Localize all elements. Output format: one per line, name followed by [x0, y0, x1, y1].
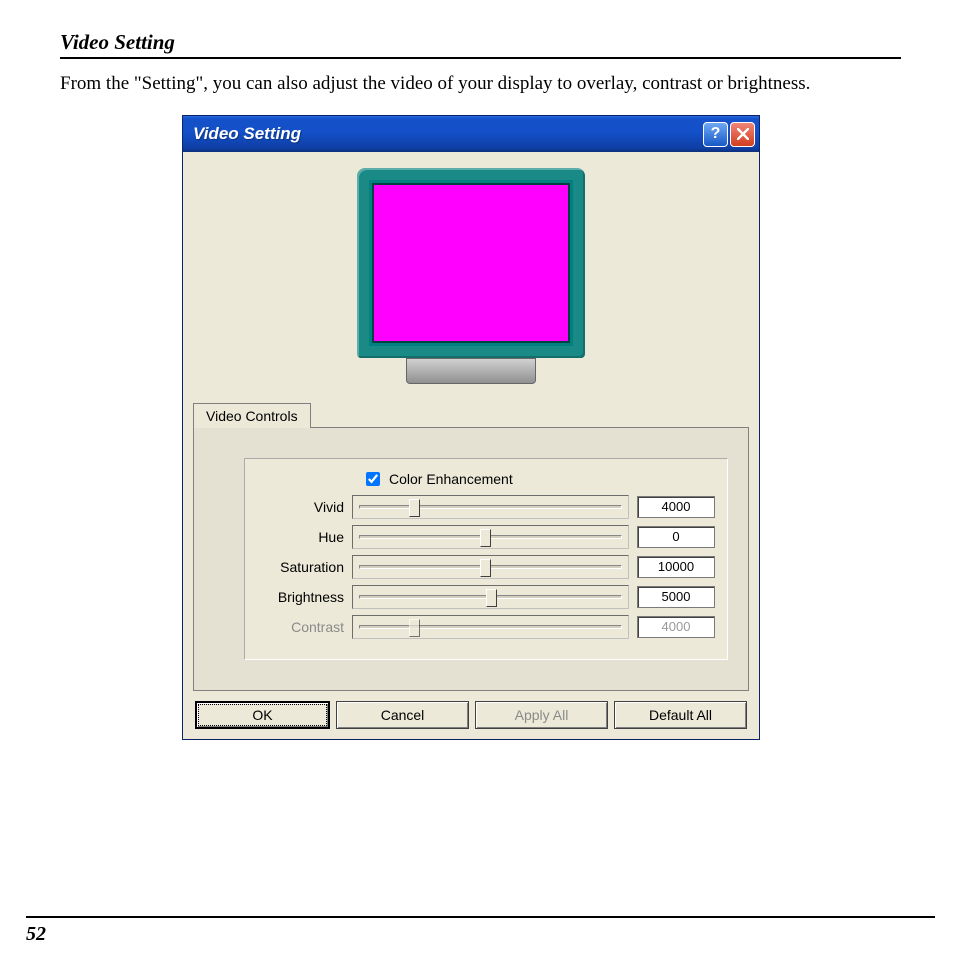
saturation-value: 10000 [637, 556, 715, 578]
cancel-button[interactable]: Cancel [336, 701, 469, 729]
controls-group: Color Enhancement Vivid 4000 Hue 0 Saturatio… [244, 458, 728, 660]
contrast-slider [352, 615, 629, 639]
slider-label: Contrast [257, 619, 352, 635]
slider-label: Hue [257, 529, 352, 545]
window-title: Video Setting [193, 124, 703, 144]
color-enhancement-label: Color Enhancement [389, 471, 513, 487]
slider-label: Brightness [257, 589, 352, 605]
page-number: 52 [26, 919, 46, 946]
tab-video-controls[interactable]: Video Controls [193, 403, 311, 428]
brightness-slider[interactable] [352, 585, 629, 609]
slider-label: Vivid [257, 499, 352, 515]
slider-label: Saturation [257, 559, 352, 575]
slider-row-hue: Hue 0 [257, 525, 715, 549]
vivid-slider[interactable] [352, 495, 629, 519]
section-title: Video Setting [60, 30, 901, 59]
slider-row-vivid: Vivid 4000 [257, 495, 715, 519]
vivid-value: 4000 [637, 496, 715, 518]
contrast-value: 4000 [637, 616, 715, 638]
help-icon[interactable]: ? [703, 122, 728, 147]
ok-button[interactable]: OK [195, 701, 330, 729]
monitor-screen-icon [372, 183, 570, 343]
titlebar[interactable]: Video Setting ? [183, 116, 759, 152]
slider-row-brightness: Brightness 5000 [257, 585, 715, 609]
brightness-value: 5000 [637, 586, 715, 608]
monitor-preview [193, 160, 749, 400]
default-all-button[interactable]: Default All [614, 701, 747, 729]
close-icon[interactable] [730, 122, 755, 147]
color-enhancement-checkbox[interactable] [366, 472, 380, 486]
video-setting-dialog: Video Setting ? [182, 115, 760, 740]
apply-all-button[interactable]: Apply All [475, 701, 608, 729]
slider-row-saturation: Saturation 10000 [257, 555, 715, 579]
hue-value: 0 [637, 526, 715, 548]
slider-row-contrast: Contrast 4000 [257, 615, 715, 639]
intro-text: From the "Setting", you can also adjust … [60, 73, 901, 95]
hue-slider[interactable] [352, 525, 629, 549]
saturation-slider[interactable] [352, 555, 629, 579]
